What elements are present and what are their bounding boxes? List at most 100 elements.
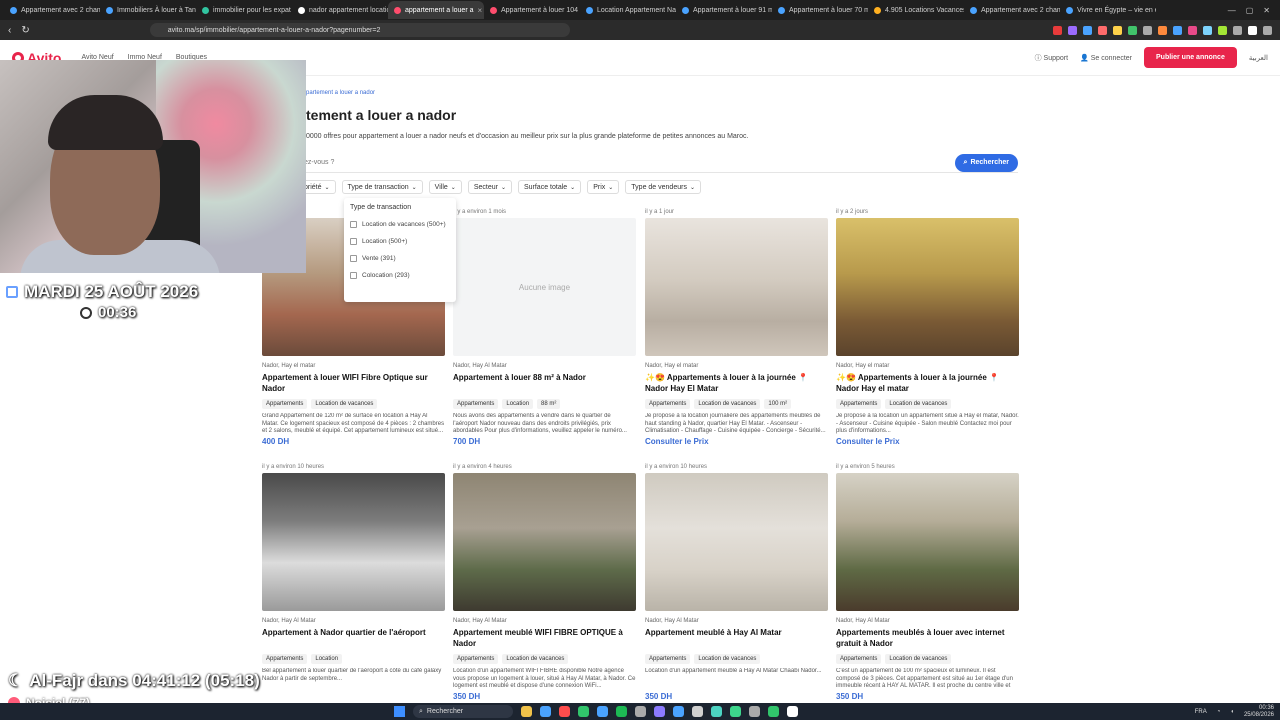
browser-tab[interactable]: Appartement avec 2 cham× — [4, 1, 100, 19]
checkbox[interactable] — [350, 272, 357, 279]
browser-tab[interactable]: Vivre en Égypte – vie en é× — [1060, 1, 1156, 19]
filter-button[interactable]: Prix ⌄ — [587, 180, 620, 194]
breadcrumb[interactable]: partement a louer a nador — [306, 90, 375, 96]
listing-card[interactable]: il y a 1 jour Nador, Hay el matar ✨😍 Appar… — [645, 209, 828, 446]
browser-tab[interactable]: Appartement à louer 91 m× — [676, 1, 772, 19]
language-indicator[interactable]: FRA — [1195, 709, 1207, 715]
close-tab-icon[interactable]: × — [478, 6, 483, 15]
filter-button[interactable]: Type de transaction ⌄ — [341, 180, 423, 194]
extension-icon[interactable] — [1113, 25, 1122, 35]
listing-card[interactable]: il y a environ 1 mois Aucune image Nador, … — [453, 209, 636, 446]
taskbar-app-icon[interactable] — [616, 706, 627, 717]
wifi-icon[interactable]: ◔ — [1217, 709, 1221, 715]
taskbar-app-icon[interactable] — [730, 706, 741, 717]
listing-image[interactable]: Aucune image — [453, 218, 636, 356]
maximize-icon[interactable]: ▢ — [1246, 6, 1254, 15]
filter-button[interactable]: Secteur ⌄ — [467, 180, 512, 194]
taskbar-app-icon[interactable] — [749, 706, 760, 717]
login-link[interactable]: 👤 Se connecter — [1080, 54, 1132, 62]
taskbar-app-icon[interactable] — [559, 706, 570, 717]
listing-title[interactable]: Appartement meublé à Hay Al Matar — [645, 627, 828, 651]
tab-favicon-icon — [586, 6, 593, 14]
taskbar-app-icon[interactable] — [768, 706, 779, 717]
dropdown-option[interactable]: Colocation (293) — [350, 271, 450, 280]
dropdown-option[interactable]: Vente (391) — [350, 254, 450, 263]
extension-icon[interactable] — [1053, 25, 1062, 35]
extension-icon[interactable] — [1248, 25, 1257, 35]
extension-icon[interactable] — [1203, 25, 1212, 35]
taskbar-app-icon[interactable] — [787, 706, 798, 717]
taskbar-app-icon[interactable] — [578, 706, 589, 717]
listing-title[interactable]: Appartement à louer WIFI Fibre Optique s… — [262, 372, 445, 396]
taskbar-app-icon[interactable] — [673, 706, 684, 717]
extension-icon[interactable] — [1218, 25, 1227, 35]
search-bar: ⌕Rechercher — [298, 153, 1018, 173]
extension-icon[interactable] — [1143, 25, 1152, 35]
browser-tab[interactable]: Appartement avec 2 cham× — [964, 1, 1060, 19]
checkbox[interactable] — [350, 238, 357, 245]
browser-tab[interactable]: appartement a louer a × — [388, 1, 484, 19]
volume-icon[interactable]: ◖ — [1230, 709, 1234, 715]
taskbar-app-icon[interactable] — [540, 706, 551, 717]
listing-card[interactable]: il y a environ 10 heures Nador, Hay Al Ma… — [262, 464, 445, 692]
listing-title[interactable]: Appartement meublé WIFI FIBRE OPTIQUE à … — [453, 627, 636, 651]
listing-image[interactable] — [836, 218, 1019, 356]
extension-icon[interactable] — [1173, 25, 1182, 35]
extension-icon[interactable] — [1158, 25, 1167, 35]
taskbar-clock[interactable]: 00:36 25/08/2026 — [1244, 705, 1274, 719]
listing-image[interactable] — [645, 218, 828, 356]
taskbar-app-icon[interactable] — [692, 706, 703, 717]
publish-ad-button[interactable]: Publier une annonce — [1144, 47, 1237, 68]
listing-image[interactable] — [453, 473, 636, 611]
address-bar[interactable]: avito.ma/sp/immobilier/appartement-a-lou… — [149, 23, 570, 37]
extension-icon[interactable] — [1083, 25, 1092, 35]
listing-title[interactable]: ✨😍 Appartements à louer à la journée 📍 N… — [645, 372, 828, 396]
extension-icon[interactable] — [1098, 25, 1107, 35]
listing-title[interactable]: Appartement à louer 88 m² à Nador — [453, 372, 636, 396]
extension-icon[interactable] — [1188, 25, 1197, 35]
reload-icon[interactable]: ↻ — [21, 25, 29, 36]
minimize-icon[interactable]: — — [1228, 6, 1236, 15]
filter-button[interactable]: Ville ⌄ — [428, 180, 462, 194]
extension-icon[interactable] — [1128, 25, 1137, 35]
browser-tab[interactable]: 4.905 Locations Vacances× — [868, 1, 964, 19]
close-window-icon[interactable]: ✕ — [1263, 6, 1270, 15]
extension-icon[interactable] — [1068, 25, 1077, 35]
taskbar-app-icon[interactable] — [597, 706, 608, 717]
browser-tab[interactable]: Appartement à louer 104× — [484, 1, 580, 19]
support-link[interactable]: ⓘ Support — [1035, 53, 1068, 63]
filter-button[interactable]: Type de vendeurs ⌄ — [625, 180, 701, 194]
listing-image[interactable] — [645, 473, 828, 611]
dropdown-option[interactable]: Location (500+) — [350, 237, 450, 246]
browser-tab[interactable]: Immobiliers À louer à Tang× — [100, 1, 196, 19]
back-icon[interactable]: ‹ — [8, 25, 11, 36]
browser-tab[interactable]: Location Appartement Na× — [580, 1, 676, 19]
search-input[interactable] — [298, 159, 955, 166]
extension-icon[interactable] — [1263, 25, 1272, 35]
listing-title[interactable]: ✨😍 Appartements à louer à la journée 📍 N… — [836, 372, 1019, 396]
listing-card[interactable]: il y a environ 5 heures Nador, Hay Al Mat… — [836, 464, 1019, 701]
listing-image[interactable] — [836, 473, 1019, 611]
taskbar-app-icon[interactable] — [521, 706, 532, 717]
listing-title[interactable]: Appartement à Nador quartier de l'aéropo… — [262, 627, 445, 651]
taskbar-search[interactable]: ⌕ Rechercher — [413, 705, 513, 718]
windows-start-icon[interactable] — [394, 706, 405, 717]
listing-card[interactable]: il y a environ 10 heures Nador, Hay Al Ma… — [645, 464, 828, 701]
listing-title[interactable]: Appartements meublés à louer avec intern… — [836, 627, 1019, 651]
checkbox[interactable] — [350, 221, 357, 228]
browser-tab[interactable]: immobilier pour les expat× — [196, 1, 292, 19]
browser-tab[interactable]: Appartement à louer 70 m× — [772, 1, 868, 19]
listing-card[interactable]: il y a 2 jours Nador, Hay el matar ✨😍 Appa… — [836, 209, 1019, 446]
checkbox[interactable] — [350, 255, 357, 262]
listing-image[interactable] — [262, 473, 445, 611]
language-switch[interactable]: العربية — [1249, 54, 1268, 62]
filter-button[interactable]: Surface totale ⌄ — [517, 180, 582, 194]
dropdown-option[interactable]: Location de vacances (500+) — [350, 220, 450, 229]
search-button[interactable]: ⌕ Rechercher — [954, 153, 1018, 172]
taskbar-app-icon[interactable] — [654, 706, 665, 717]
browser-tab[interactable]: nador appartement locatio× — [292, 1, 388, 19]
taskbar-app-icon[interactable] — [635, 706, 646, 717]
taskbar-app-icon[interactable] — [711, 706, 722, 717]
listing-card[interactable]: il y a environ 4 heures Nador, Hay Al Mat… — [453, 464, 636, 701]
extension-icon[interactable] — [1233, 25, 1242, 35]
